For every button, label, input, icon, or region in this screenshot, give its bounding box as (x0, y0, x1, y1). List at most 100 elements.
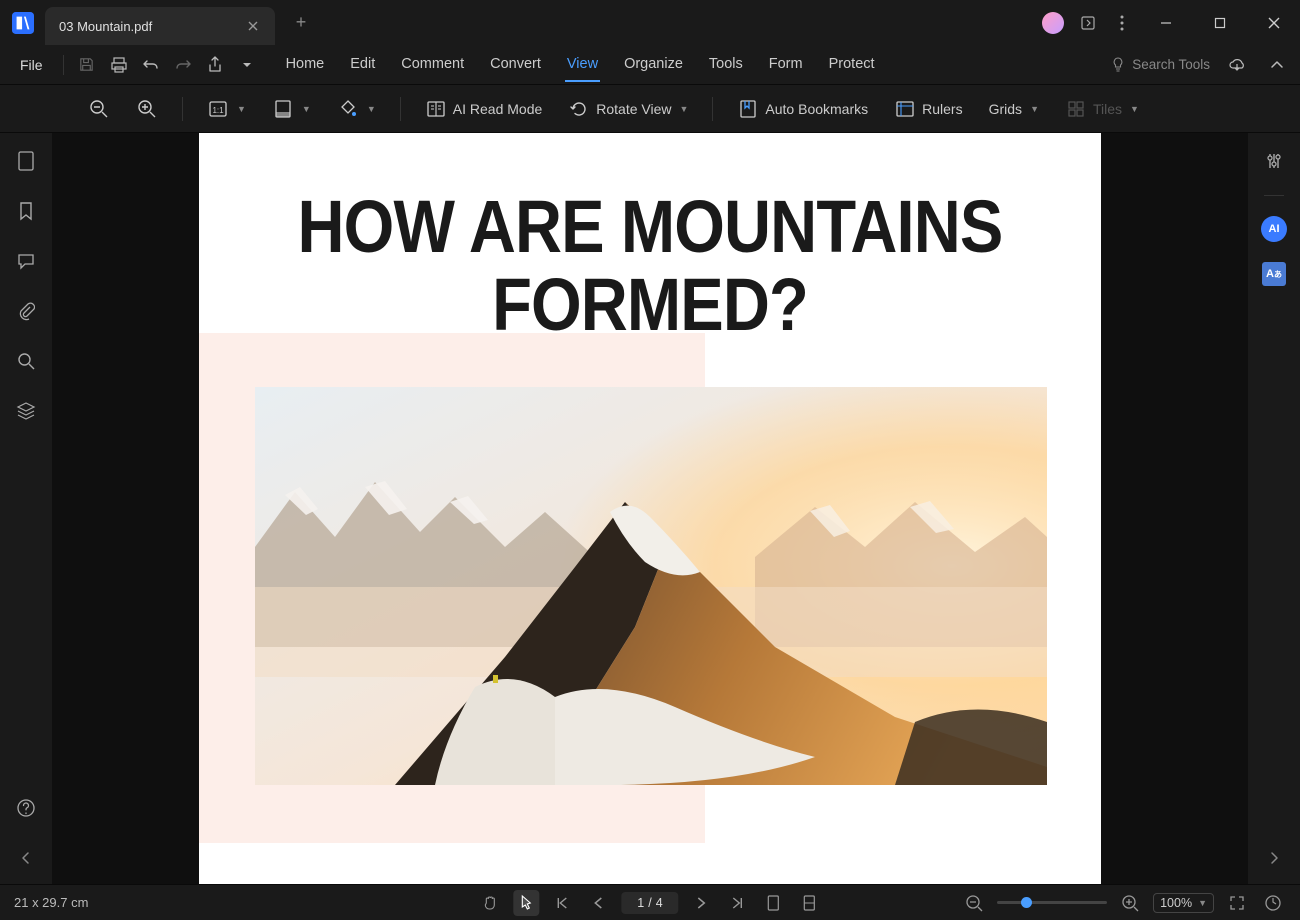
current-page: 1 (637, 896, 644, 910)
last-page-icon[interactable] (725, 890, 751, 916)
bookmarks-icon[interactable] (12, 197, 40, 225)
fit-actual-button[interactable]: 1:1 ▼ (199, 92, 254, 126)
rotate-view-button[interactable]: Rotate View ▼ (560, 92, 696, 126)
app-logo-icon (0, 0, 45, 45)
tab-title: 03 Mountain.pdf (59, 19, 233, 34)
translate-button[interactable]: Aあ (1262, 262, 1286, 286)
separator (712, 97, 713, 121)
auto-bookmarks-label: Auto Bookmarks (765, 101, 868, 117)
tab-home[interactable]: Home (284, 48, 327, 82)
zoom-out-icon (88, 98, 110, 120)
tab-edit[interactable]: Edit (348, 48, 377, 82)
collapse-ribbon-icon[interactable] (1264, 52, 1290, 78)
grids-button[interactable]: Grids ▼ (981, 95, 1047, 123)
tiles-button[interactable]: Tiles ▼ (1057, 92, 1147, 126)
close-window-button[interactable] (1254, 8, 1294, 38)
redo-icon[interactable] (170, 52, 196, 78)
chevron-down-icon: ▼ (1030, 104, 1039, 114)
zoom-thumb[interactable] (1021, 897, 1032, 908)
tab-organize[interactable]: Organize (622, 48, 685, 82)
search-icon[interactable] (12, 347, 40, 375)
read-mode-icon (425, 98, 447, 120)
document-tab[interactable]: 03 Mountain.pdf (45, 7, 275, 45)
tiles-label: Tiles (1093, 101, 1122, 117)
zoom-out-button[interactable] (80, 92, 118, 126)
document-heading: HOW ARE MOUNTAINS FORMED? (253, 133, 1047, 343)
save-icon[interactable] (74, 52, 100, 78)
grids-label: Grids (989, 101, 1022, 117)
ai-read-mode-button[interactable]: AI Read Mode (417, 92, 551, 126)
select-tool-icon[interactable] (513, 890, 539, 916)
ai-assistant-button[interactable]: AI (1261, 216, 1287, 242)
rotate-icon (568, 98, 590, 120)
tab-comment[interactable]: Comment (399, 48, 466, 82)
page-indicator[interactable]: 1 /4 (621, 892, 678, 914)
chevron-down-icon: ▼ (237, 104, 246, 114)
tab-convert[interactable]: Convert (488, 48, 543, 82)
close-tab-icon[interactable] (245, 18, 261, 34)
auto-bookmarks-button[interactable]: Auto Bookmarks (729, 92, 876, 126)
attachments-icon[interactable] (12, 297, 40, 325)
tab-form[interactable]: Form (767, 48, 805, 82)
page-layout-button[interactable]: ▼ (264, 92, 319, 126)
share-icon[interactable] (202, 52, 228, 78)
menu-tabs: Home Edit Comment Convert View Organize … (284, 48, 877, 82)
zoom-in-icon[interactable] (1117, 890, 1143, 916)
user-avatar[interactable] (1042, 12, 1064, 34)
workspace: HOW ARE MOUNTAINS FORMED? (0, 133, 1300, 884)
zoom-level[interactable]: 100% ▼ (1153, 893, 1214, 913)
pdf-page: HOW ARE MOUNTAINS FORMED? (199, 133, 1101, 884)
bulb-icon (1110, 57, 1126, 73)
separator (182, 97, 183, 121)
tab-view[interactable]: View (565, 48, 600, 82)
tab-tools[interactable]: Tools (707, 48, 745, 82)
bookmark-icon (737, 98, 759, 120)
first-page-icon[interactable] (549, 890, 575, 916)
print-icon[interactable] (106, 52, 132, 78)
fit-page-icon[interactable] (1260, 890, 1286, 916)
zoom-in-button[interactable] (128, 92, 166, 126)
single-page-icon[interactable] (761, 890, 787, 916)
next-page-icon[interactable] (689, 890, 715, 916)
background-button[interactable]: ▼ (329, 92, 384, 126)
zoom-slider[interactable] (997, 901, 1107, 904)
chevron-down-icon: ▼ (1130, 104, 1139, 114)
undo-icon[interactable] (138, 52, 164, 78)
continuous-page-icon[interactable] (797, 890, 823, 916)
svg-text:1:1: 1:1 (212, 106, 224, 115)
popup-icon[interactable] (1078, 13, 1098, 33)
zoom-out-icon[interactable] (961, 890, 987, 916)
rulers-button[interactable]: Rulers (886, 92, 970, 126)
search-tools[interactable]: Search Tools (1110, 57, 1210, 73)
page-sep: / (648, 896, 651, 910)
hand-tool-icon[interactable] (477, 890, 503, 916)
more-icon[interactable] (1112, 13, 1132, 33)
properties-icon[interactable] (1260, 147, 1288, 175)
new-tab-button[interactable]: + (285, 7, 317, 39)
search-tools-label: Search Tools (1132, 57, 1210, 72)
zoom-in-icon (136, 98, 158, 120)
ai-read-mode-label: AI Read Mode (453, 101, 543, 117)
layers-icon[interactable] (12, 397, 40, 425)
ribbon: 1:1 ▼ ▼ ▼ AI Read Mode Rotate View ▼ Aut… (0, 85, 1300, 133)
minimize-button[interactable] (1146, 8, 1186, 38)
prev-page-icon[interactable] (585, 890, 611, 916)
page-dimensions: 21 x 29.7 cm (14, 895, 88, 910)
cloud-sync-icon[interactable] (1224, 52, 1250, 78)
tab-protect[interactable]: Protect (827, 48, 877, 82)
maximize-button[interactable] (1200, 8, 1240, 38)
thumbnails-icon[interactable] (12, 147, 40, 175)
collapse-right-icon[interactable] (1260, 844, 1288, 872)
menubar: File Home Edit Comment Convert View Orga… (0, 45, 1300, 85)
comments-icon[interactable] (12, 247, 40, 275)
chevron-down-icon: ▼ (367, 104, 376, 114)
file-menu[interactable]: File (10, 51, 53, 79)
collapse-left-icon[interactable] (12, 844, 40, 872)
fullscreen-icon[interactable] (1224, 890, 1250, 916)
left-sidebar (0, 133, 52, 884)
document-canvas[interactable]: HOW ARE MOUNTAINS FORMED? (52, 133, 1248, 884)
dropdown-icon[interactable] (234, 52, 260, 78)
help-icon[interactable] (12, 794, 40, 822)
ruler-icon (894, 98, 916, 120)
rulers-label: Rulers (922, 101, 962, 117)
